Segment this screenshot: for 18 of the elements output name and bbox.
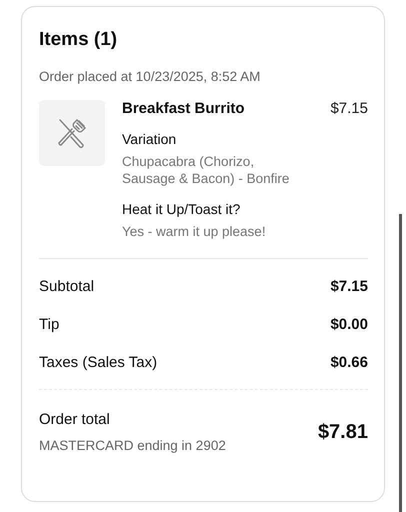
- summary-amount: $0.00: [330, 316, 368, 333]
- modifier-value: Yes - warm it up please!: [122, 223, 267, 240]
- total-amount: $7.81: [318, 420, 368, 444]
- summary-label: Tip: [39, 316, 60, 333]
- total-label: Order total: [39, 411, 111, 428]
- summary-label: Subtotal: [39, 278, 94, 295]
- item-price: $7.15: [330, 100, 368, 117]
- modifier-label: Heat it Up/Toast it?: [122, 201, 242, 217]
- section-title: Items (1): [39, 29, 118, 51]
- modifier-label: Variation: [122, 131, 178, 147]
- item-name: Breakfast Burrito: [122, 100, 245, 117]
- order-time: Order placed at 10/23/2025, 8:52 AM: [39, 69, 262, 84]
- payment-method: MASTERCARD ending in 2902: [39, 438, 226, 453]
- summary-amount: $7.15: [330, 278, 368, 295]
- summary-label: Taxes (Sales Tax): [39, 354, 158, 371]
- summary-amount: $0.66: [330, 354, 368, 371]
- modifier-value: Chupacabra (Chorizo, Sausage & Bacon) - Bonfire: [122, 153, 290, 187]
- scroll-bar[interactable]: [399, 214, 402, 512]
